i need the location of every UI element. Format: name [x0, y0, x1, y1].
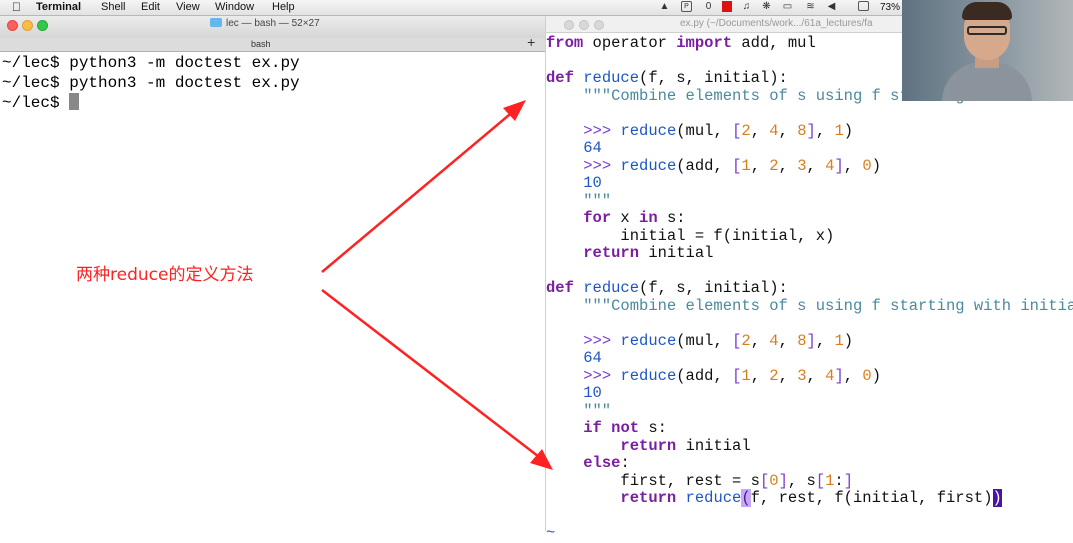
code-line: >>> reduce(mul, [2, 4, 8], 1): [583, 121, 854, 140]
code-line: """: [546, 191, 612, 210]
terminal-prompt: ~/lec$: [2, 94, 70, 112]
tray-drive-icon[interactable]: ▲: [659, 1, 670, 12]
zoom-button[interactable]: [37, 20, 48, 31]
menu-window[interactable]: Window: [215, 0, 254, 15]
code-line: """Combine elements of s using f startin…: [546, 296, 1073, 315]
editor-title: ex.py (~/Documents/work.../61a_lectures/…: [680, 18, 873, 29]
tray-record-icon[interactable]: [722, 1, 732, 12]
code-line: 10: [546, 174, 602, 192]
code-line: 10: [546, 384, 602, 402]
menu-app-name[interactable]: Terminal: [36, 0, 81, 15]
code-line: return initial: [583, 244, 714, 262]
code-line: def reduce(f, s, initial):: [546, 279, 788, 297]
menu-help[interactable]: Help: [272, 0, 295, 15]
battery-percent: 73%: [880, 2, 901, 13]
terminal-tab-label: bash: [251, 39, 271, 49]
editor-minimize-button[interactable]: [579, 20, 589, 30]
editor-zoom-button[interactable]: [594, 20, 604, 30]
battery-icon[interactable]: [858, 1, 869, 11]
annotation-label: 两种reduce的定义方法: [76, 265, 254, 285]
editor-close-button[interactable]: [564, 20, 574, 30]
webcam-overlay: [902, 0, 1073, 101]
text-cursor: [69, 93, 80, 110]
code-line: >>> reduce(add, [1, 2, 3, 4], 0): [583, 366, 881, 385]
tray-zero-icon[interactable]: 0: [703, 1, 714, 12]
apple-icon[interactable]: : [12, 0, 21, 15]
terminal-tab[interactable]: bash: [0, 38, 545, 52]
terminal-output[interactable]: ~/lec$ python3 -m doctest ex.py ~/lec$ py…: [2, 54, 300, 114]
code-line: """: [546, 401, 612, 420]
close-button[interactable]: [7, 20, 18, 31]
wifi-icon[interactable]: ≋: [805, 1, 816, 12]
menu-edit[interactable]: Edit: [141, 0, 160, 15]
code-line: for x in s:: [583, 209, 686, 227]
code-line: if not s:: [583, 419, 667, 437]
code-line: first, rest = s[0], s[1:]: [546, 471, 854, 490]
terminal-line: ~/lec$ python3 -m doctest ex.py: [2, 73, 300, 92]
code-line: initial = f(initial, x): [546, 226, 835, 245]
code-line: >>> reduce(mul, [2, 4, 8], 1): [583, 331, 854, 350]
code-line: 64: [546, 349, 602, 367]
code-line: 64: [546, 139, 602, 157]
terminal-title: lec — bash — 52×27: [226, 18, 320, 29]
tray-fan-icon[interactable]: ❋: [761, 1, 772, 12]
terminal-titlebar[interactable]: lec — bash — 52×27: [0, 16, 545, 39]
code-line: return initial: [620, 436, 751, 455]
code-line: else:: [583, 454, 630, 472]
minimize-button[interactable]: [22, 20, 33, 31]
code-line: from operator import add, mul: [546, 34, 816, 52]
tray-bell-icon[interactable]: ♫: [741, 1, 752, 12]
tray-airplay-icon[interactable]: ▭: [782, 1, 793, 12]
code-line: return reduce(f, rest, f(initial, first)…: [620, 489, 1002, 507]
folder-icon: [210, 18, 222, 27]
plus-icon[interactable]: +: [527, 36, 535, 52]
code-line: def reduce(f, s, initial):: [546, 69, 788, 87]
terminal-line: ~/lec$ python3 -m doctest ex.py: [2, 54, 300, 72]
code-line: ~: [546, 524, 556, 542]
code-line: >>> reduce(add, [1, 2, 3, 4], 0): [583, 156, 881, 175]
menu-view[interactable]: View: [176, 0, 200, 15]
menu-shell[interactable]: Shell: [101, 0, 125, 15]
volume-icon[interactable]: ◀: [826, 1, 837, 12]
tray-screen-icon[interactable]: P: [681, 1, 692, 12]
